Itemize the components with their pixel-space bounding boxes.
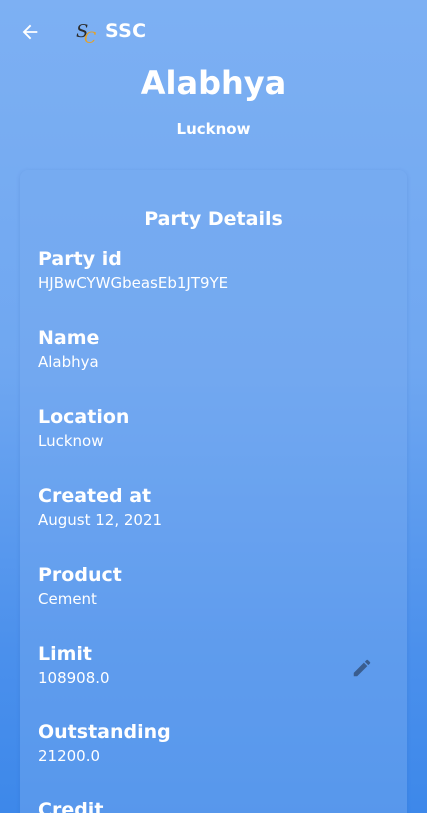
field-label: Location <box>38 406 130 428</box>
field-label: Created at <box>38 485 152 507</box>
field-value: HJBwCYWGbeasEb1JT9YE <box>38 274 229 292</box>
party-name-heading: Alabhya <box>140 64 287 102</box>
ssc-logo: S C <box>76 21 96 45</box>
field-created-at: Created at August 12, 2021 <box>38 484 368 530</box>
field-value: Lucknow <box>38 432 104 450</box>
field-product: Product Cement <box>38 563 368 609</box>
arrow-back-icon <box>22 24 38 40</box>
app-bar: S C SSC <box>0 0 427 64</box>
field-value: 108908.0 <box>38 669 110 687</box>
field-value: Alabhya <box>38 353 99 371</box>
field-limit: Limit 108908.0 <box>38 642 368 688</box>
field-label: Credit <box>38 799 104 813</box>
field-label: Party id <box>38 248 122 270</box>
field-value: 21200.0 <box>38 747 101 765</box>
back-button[interactable] <box>18 20 42 44</box>
field-location: Location Lucknow <box>38 405 368 451</box>
field-value: Cement <box>38 590 97 608</box>
field-name: Name Alabhya <box>38 326 368 372</box>
pencil-edit-icon <box>353 659 371 677</box>
field-label: Product <box>38 564 122 586</box>
field-party-id: Party id HJBwCYWGbeasEb1JT9YE <box>38 247 368 293</box>
field-credit: Credit <box>38 798 368 813</box>
party-details-card: Party Details Party id HJBwCYWGbeasEb1JT… <box>20 170 407 813</box>
field-label: Limit <box>38 643 93 665</box>
edit-limit-button[interactable] <box>350 656 374 680</box>
app-title: SSC <box>105 20 147 42</box>
field-value: August 12, 2021 <box>38 511 163 529</box>
field-outstanding: Outstanding 21200.0 <box>38 720 368 766</box>
card-title: Party Details <box>144 208 283 230</box>
svg-text:C: C <box>84 28 96 45</box>
party-location-subtitle: Lucknow <box>176 120 251 138</box>
field-label: Outstanding <box>38 721 171 743</box>
field-label: Name <box>38 327 100 349</box>
